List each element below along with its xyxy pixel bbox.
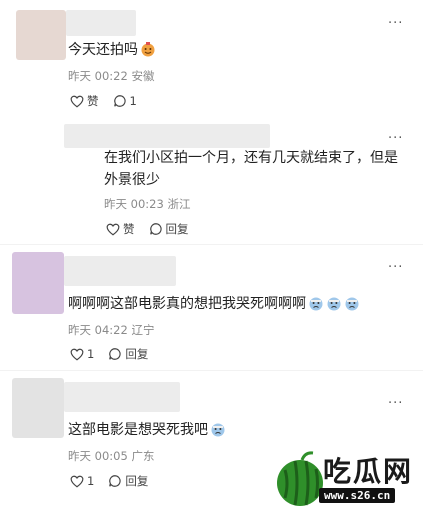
- watermark-title: 吃瓜网: [323, 455, 414, 488]
- like-button[interactable]: 1: [70, 347, 94, 361]
- username-redacted[interactable]: [64, 124, 270, 148]
- reply-button[interactable]: 1: [113, 94, 137, 108]
- heart-icon: [70, 475, 84, 487]
- more-icon[interactable]: ···: [388, 260, 403, 275]
- comment-bubble-icon: [109, 348, 121, 360]
- watermark-url: www.s26.cn: [319, 488, 396, 503]
- comment-bubble-icon: [113, 95, 126, 107]
- cake-emoji-icon: [141, 42, 155, 57]
- avatar[interactable]: [12, 378, 64, 438]
- comment-actions: 赞 1: [70, 93, 151, 109]
- comment-text: 今天还拍吗: [68, 38, 156, 62]
- username-redacted[interactable]: [66, 10, 136, 36]
- reply-button[interactable]: 回复: [108, 346, 148, 362]
- comment-text-line: 在我们小区拍一个月，还有几天就结束了，但是: [104, 150, 398, 166]
- heart-icon: [70, 95, 84, 107]
- divider: [0, 244, 423, 245]
- comment-bubble-icon: [109, 475, 121, 487]
- comment-meta: 昨天 00:22 安徽: [68, 69, 155, 83]
- crying-emoji-icon: [345, 297, 359, 311]
- username-redacted[interactable]: [64, 382, 180, 412]
- more-icon[interactable]: ···: [388, 16, 403, 31]
- heart-icon: [70, 348, 84, 360]
- like-button[interactable]: 赞: [70, 93, 99, 109]
- crying-emoji-icon: [309, 297, 323, 311]
- watermark: 吃瓜网 www.s26.cn: [275, 448, 423, 512]
- comment-text-line: 外景很少: [104, 172, 160, 188]
- crying-emoji-icon: [327, 297, 341, 311]
- crying-emoji-icon: [211, 423, 225, 437]
- reply-button[interactable]: 回复: [149, 221, 189, 237]
- username-redacted[interactable]: [64, 256, 176, 286]
- avatar[interactable]: [16, 10, 66, 60]
- reply-button[interactable]: 回复: [108, 473, 148, 489]
- more-icon[interactable]: ···: [388, 131, 403, 146]
- heart-icon: [106, 223, 120, 235]
- avatar[interactable]: [12, 252, 64, 314]
- comment-actions: 1 回复: [70, 346, 162, 362]
- comment-meta: 昨天 00:23 浙江: [104, 197, 191, 211]
- watermelon-logo-icon: [277, 451, 323, 506]
- divider: [0, 370, 423, 371]
- comment-actions: 1 回复: [70, 473, 162, 489]
- comment-text: 这部电影是想哭死我吧: [68, 418, 226, 442]
- comment-text: 啊啊啊这部电影真的想把我哭死啊啊啊: [68, 292, 360, 316]
- comment-meta: 昨天 04:22 辽宁: [68, 323, 155, 337]
- comment-bubble-icon: [149, 223, 162, 235]
- comment-meta: 昨天 00:05 广东: [68, 449, 155, 463]
- like-button[interactable]: 赞: [106, 221, 135, 237]
- like-button[interactable]: 1: [70, 474, 94, 488]
- more-icon[interactable]: ···: [388, 396, 403, 411]
- comment-actions: 赞 回复: [106, 221, 203, 237]
